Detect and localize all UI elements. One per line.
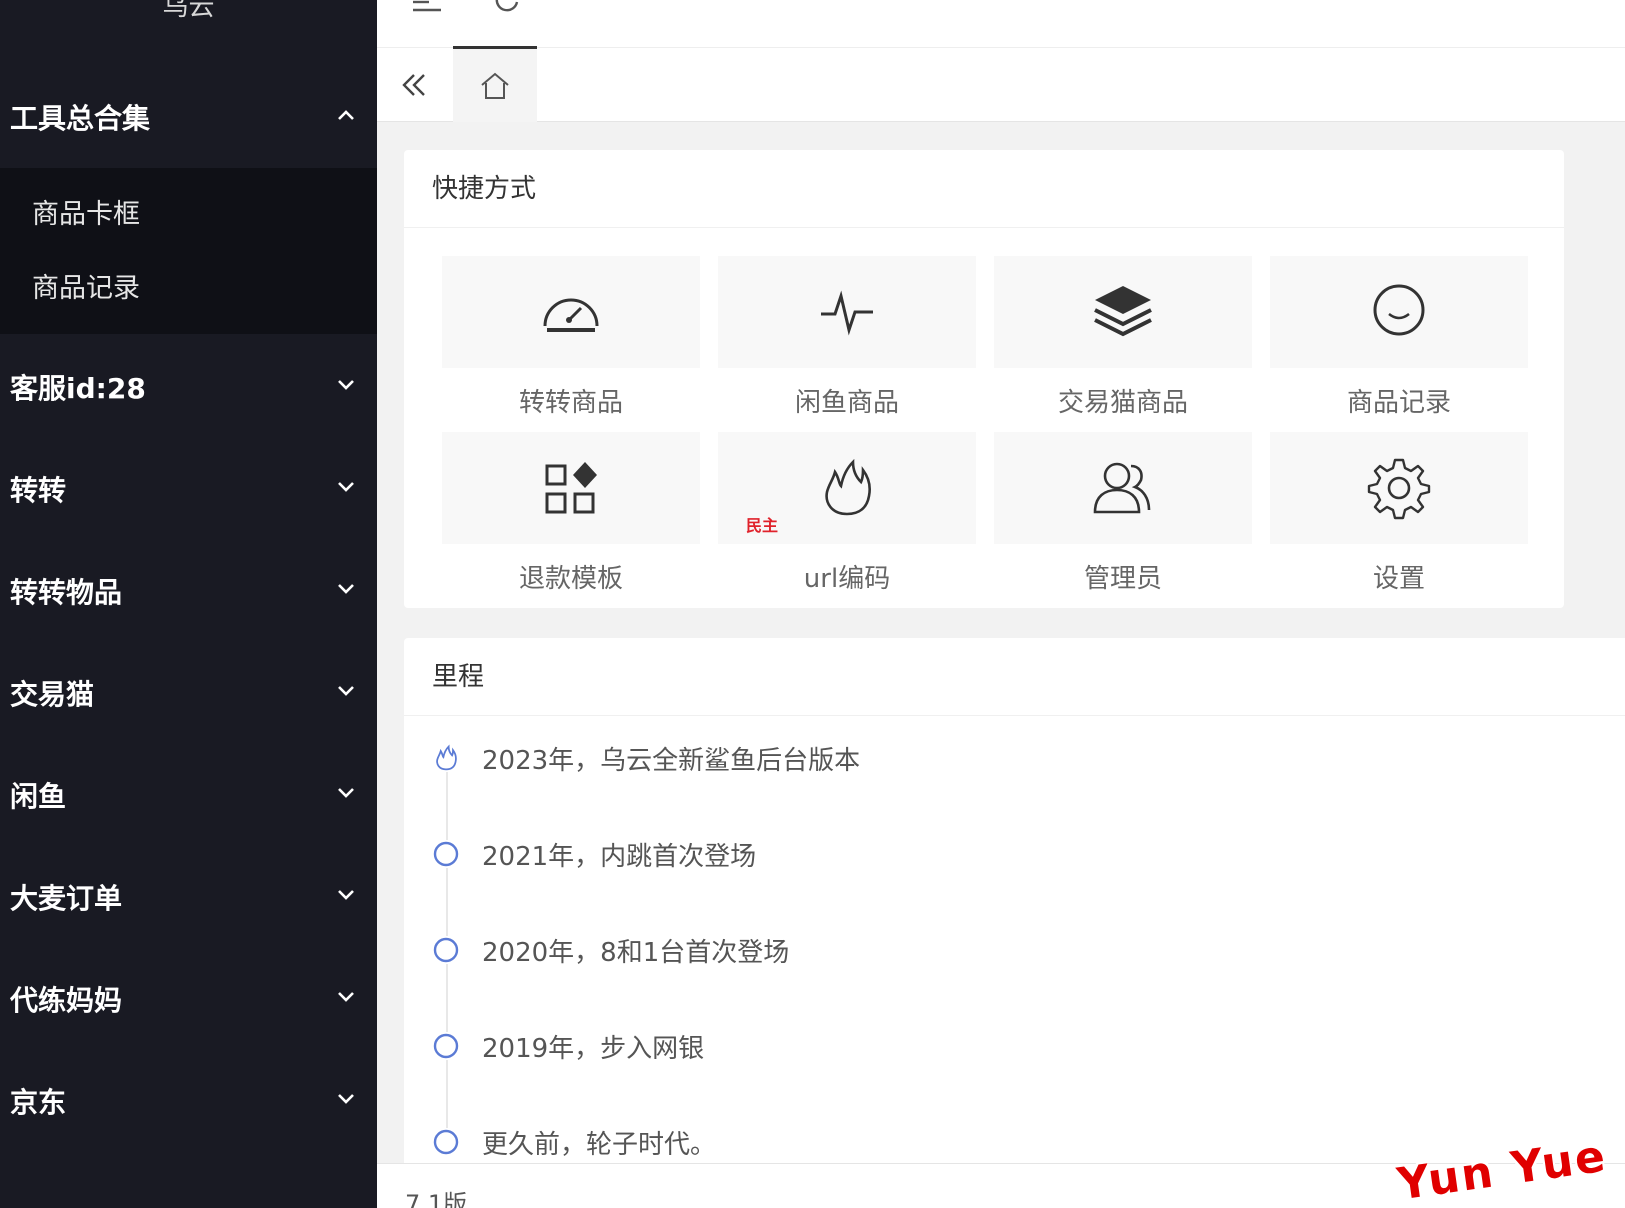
shortcut-label: 交易猫商品 bbox=[1057, 388, 1188, 418]
timeline-item: 2021年，内跳首次登场 bbox=[432, 834, 756, 874]
nav-group-zhuanzhuan[interactable]: 转转 bbox=[0, 438, 377, 540]
chevron-down-icon bbox=[337, 685, 354, 701]
chevron-down-icon bbox=[337, 379, 354, 395]
shortcuts-title: 快捷方式 bbox=[404, 150, 1564, 228]
nav-group-xianyu[interactable]: 闲鱼 bbox=[0, 744, 377, 846]
chevron-down-icon bbox=[337, 583, 354, 599]
nav-group-zhuanzhuan-items[interactable]: 转转物品 bbox=[0, 540, 377, 642]
home-icon bbox=[481, 72, 509, 99]
submenu-tools: 商品卡框 商品记录 bbox=[0, 168, 377, 334]
shortcut-product-records[interactable]: 商品记录 bbox=[1270, 256, 1528, 419]
nav-group-label: 转转 bbox=[10, 474, 67, 507]
timeline-text: 更久前，轮子时代。 bbox=[482, 1129, 717, 1160]
nav-group-label: 客服id:28 bbox=[10, 372, 146, 405]
shortcut-admin[interactable]: 管理员 bbox=[994, 432, 1252, 595]
circle-icon bbox=[432, 1128, 460, 1156]
users-icon bbox=[1093, 462, 1151, 514]
shortcut-label: 商品记录 bbox=[1346, 388, 1451, 418]
shortcut-zhuanzhuan-products[interactable]: 转转商品 bbox=[442, 256, 700, 419]
shortcut-xianyu-products[interactable]: 闲鱼商品 bbox=[718, 256, 976, 419]
chevron-down-icon bbox=[337, 889, 354, 905]
timeline-item: 2019年，步入网银 bbox=[432, 1026, 704, 1066]
nav-group-label: 代练妈妈 bbox=[10, 984, 123, 1017]
timeline-item: 2020年，8和1台首次登场 bbox=[432, 930, 789, 970]
shortcut-label: 设置 bbox=[1372, 564, 1425, 594]
timeline-item: 2023年，乌云全新鲨鱼后台版本 bbox=[432, 738, 860, 778]
nav-group-label: 京东 bbox=[10, 1086, 67, 1119]
menu-toggle-icon[interactable] bbox=[409, 0, 445, 16]
shortcut-jiaoyimao-products[interactable]: 交易猫商品 bbox=[994, 256, 1252, 419]
timeline-text: 2020年，8和1台首次登场 bbox=[482, 937, 790, 968]
nav-group-label: 转转物品 bbox=[10, 576, 123, 609]
chevron-down-icon bbox=[337, 787, 354, 803]
circle-icon bbox=[432, 840, 460, 868]
brand-title: 乌云 bbox=[162, 0, 215, 22]
nav-group-dailian[interactable]: 代练妈妈 bbox=[0, 948, 377, 1050]
nav-group-label: 大麦订单 bbox=[10, 882, 123, 915]
shortcut-url-encode[interactable]: 民主 url编码 bbox=[718, 432, 976, 595]
tab-home[interactable] bbox=[453, 46, 537, 122]
sidebar: 乌云 工具总合集 商品卡框 商品记录 客服id:28 转转 转转物品 交易猫 闲… bbox=[0, 0, 377, 1208]
version-label: 7.1版 bbox=[405, 1190, 468, 1208]
smile-icon bbox=[1373, 284, 1425, 336]
milestones-card: 里程 2023年，乌云全新鲨鱼后台版本 2021年，内跳首次登场 2020年，8… bbox=[404, 638, 1625, 1168]
stamp-label: 民主 bbox=[746, 516, 779, 535]
shortcut-label: 转转商品 bbox=[518, 388, 623, 418]
circle-icon bbox=[432, 936, 460, 964]
refresh-icon[interactable] bbox=[489, 0, 525, 16]
sidebar-item-product-records[interactable]: 商品记录 bbox=[32, 266, 140, 305]
shortcut-label: url编码 bbox=[803, 564, 891, 594]
shortcut-settings[interactable]: 设置 bbox=[1270, 432, 1528, 595]
nav-group-label: 闲鱼 bbox=[10, 780, 67, 813]
nav-group-label: 交易猫 bbox=[10, 678, 95, 711]
pulse-icon bbox=[821, 290, 873, 336]
gauge-icon bbox=[543, 298, 599, 332]
timeline-text: 2021年，内跳首次登场 bbox=[482, 841, 757, 872]
shortcut-label: 管理员 bbox=[1083, 564, 1162, 594]
shortcut-label: 退款模板 bbox=[518, 564, 623, 594]
chevron-down-icon bbox=[337, 1093, 354, 1109]
timeline-item: 更久前，轮子时代。 bbox=[432, 1122, 716, 1162]
nav-group-jiaoyimao[interactable]: 交易猫 bbox=[0, 642, 377, 744]
nav-group-tools[interactable]: 工具总合集 bbox=[0, 66, 377, 168]
sidebar-item-product-card[interactable]: 商品卡框 bbox=[32, 192, 140, 231]
nav-group-damai[interactable]: 大麦订单 bbox=[0, 846, 377, 948]
shortcut-label: 闲鱼商品 bbox=[794, 388, 899, 418]
tab-bar bbox=[377, 46, 1625, 122]
chevron-up-icon bbox=[337, 109, 354, 125]
nav-group-support[interactable]: 客服id:28 bbox=[0, 336, 377, 438]
apps-icon bbox=[545, 462, 597, 514]
chevron-down-icon bbox=[337, 481, 354, 497]
top-bar bbox=[377, 0, 1625, 48]
nav-group-label: 工具总合集 bbox=[10, 102, 151, 135]
circle-icon bbox=[432, 1032, 460, 1060]
shortcut-refund-template[interactable]: 退款模板 bbox=[442, 432, 700, 595]
timeline-text: 2019年，步入网银 bbox=[482, 1033, 705, 1064]
gear-icon bbox=[1367, 458, 1431, 520]
double-chevron-left-icon bbox=[402, 74, 425, 96]
chevron-down-icon bbox=[337, 991, 354, 1007]
milestones-title: 里程 bbox=[404, 638, 1625, 716]
timeline-text: 2023年，乌云全新鲨鱼后台版本 bbox=[482, 745, 861, 776]
fire-icon bbox=[432, 744, 460, 772]
nav-group-jd[interactable]: 京东 bbox=[0, 1050, 377, 1152]
layers-icon bbox=[1094, 286, 1152, 337]
collapse-tabs-button[interactable] bbox=[377, 48, 453, 122]
shortcuts-card: 快捷方式 转转商品 闲鱼商品 交易猫商品 商品记录 退款模板 民主 url编码 … bbox=[404, 150, 1564, 608]
fire-icon bbox=[825, 458, 872, 516]
